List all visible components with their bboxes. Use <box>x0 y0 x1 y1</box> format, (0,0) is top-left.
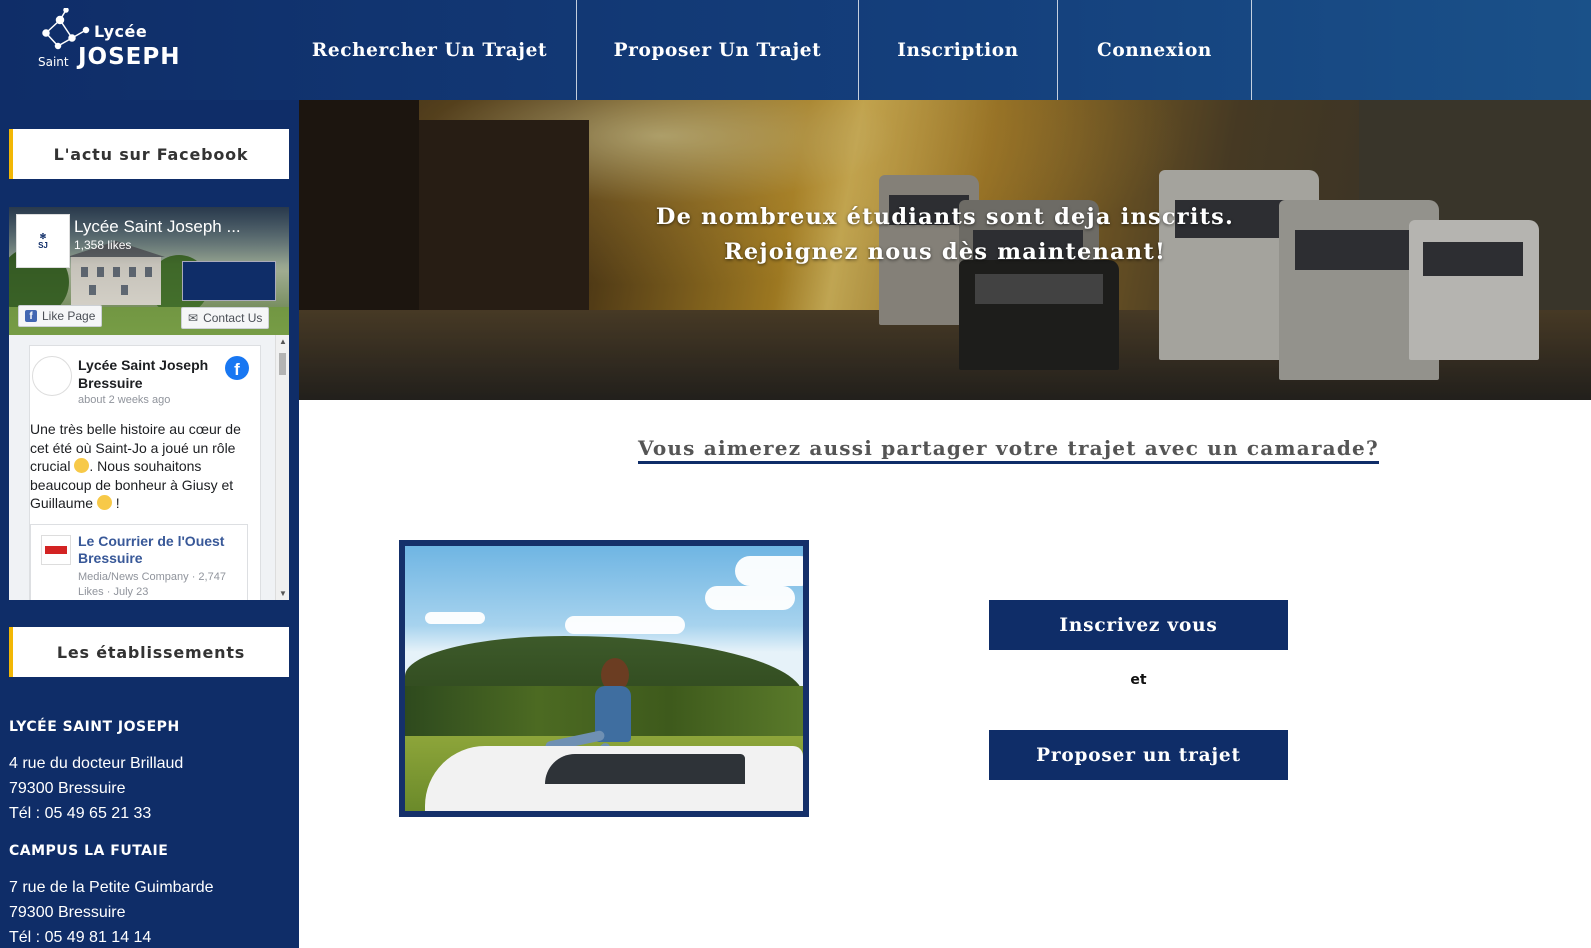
facebook-likes-count: 1,358 likes <box>74 238 132 252</box>
facebook-widget[interactable]: ✻ SJ Lycée Saint Joseph ... 1,358 likes f… <box>9 207 289 600</box>
facebook-heading: L'actu sur Facebook <box>9 129 289 179</box>
establishment-city: 79300 Bressuire <box>9 904 126 921</box>
nav-proposer-trajet[interactable]: Proposer Un Trajet <box>577 0 859 100</box>
facebook-cover: ✻ SJ Lycée Saint Joseph ... 1,358 likes f… <box>9 207 289 335</box>
establishment-name: LYCÉE SAINT JOSEPH <box>9 719 180 735</box>
facebook-page-name[interactable]: Lycée Saint Joseph ... <box>74 217 241 237</box>
carpool-photo <box>399 540 809 817</box>
envelope-icon: ✉ <box>188 311 199 325</box>
sidebar: L'actu sur Facebook ✻ SJ Lycée Saint Jose… <box>0 100 299 948</box>
shared-page-title[interactable]: Le Courrier de l'Ouest Bressuire <box>78 533 238 567</box>
scroll-down-icon[interactable]: ▼ <box>279 589 287 598</box>
hero-line-2: Rejoignez nous dès maintenant! <box>723 239 1167 265</box>
scroll-up-icon[interactable]: ▲ <box>279 337 287 346</box>
logo-text-lycee: Lycée <box>94 22 148 41</box>
propose-trip-button[interactable]: Proposer un trajet <box>989 730 1288 780</box>
contact-us-button[interactable]: ✉ Contact Us <box>181 307 270 329</box>
conjunction-text: et <box>1130 672 1147 688</box>
shared-page-card[interactable]: Le Courrier de l'Ouest Bressuire Media/N… <box>30 524 248 600</box>
site-header: Lycée Saint JOSEPH Rechercher Un Trajet … <box>0 0 1591 100</box>
nav-connexion[interactable]: Connexion <box>1058 0 1252 100</box>
establishment-phone: Tél : 05 49 65 21 33 <box>9 805 152 822</box>
logo-text-saint: Saint <box>38 55 69 69</box>
etablissements-heading: Les établissements <box>9 627 289 677</box>
like-page-label: Like Page <box>42 309 96 323</box>
establishment-name: CAMPUS LA FUTAIE <box>9 843 169 859</box>
register-button[interactable]: Inscrivez vous <box>989 600 1288 650</box>
contact-us-label: Contact Us <box>203 311 263 325</box>
facebook-icon: f <box>25 310 37 322</box>
wink-emoji-icon <box>74 458 90 473</box>
post-author-avatar[interactable] <box>32 356 72 396</box>
share-title: Vous aimerez aussi partager votre trajet… <box>638 436 1379 464</box>
cover-logo <box>182 261 276 301</box>
facebook-icon: f <box>225 356 249 380</box>
feed-scrollbar[interactable]: ▲ ▼ <box>275 335 289 600</box>
school-logo-icon: ✻ SJ <box>38 232 48 250</box>
post-author[interactable]: Lycée Saint Joseph Bressuire <box>78 356 218 392</box>
facebook-page-avatar[interactable]: ✻ SJ <box>16 214 70 268</box>
facebook-post[interactable]: Lycée Saint Joseph Bressuire about 2 wee… <box>29 345 261 600</box>
courrier-logo-icon <box>41 535 71 565</box>
establishment-street: 7 rue de la Petite Guimbarde <box>9 879 214 896</box>
shared-page-meta: Media/News Company · 2,747 Likes · July … <box>78 571 226 598</box>
hero-line-1: De nombreux étudiants sont deja inscrits… <box>655 204 1235 230</box>
site-logo[interactable]: Lycée Saint JOSEPH <box>36 8 180 78</box>
nav-inscription[interactable]: Inscription <box>859 0 1058 100</box>
heart-eyes-emoji-icon <box>96 495 112 510</box>
facebook-feed[interactable]: Lycée Saint Joseph Bressuire about 2 wee… <box>9 335 289 600</box>
logo-text-joseph: JOSEPH <box>78 44 181 70</box>
post-text: Une très belle histoire au cœur de cet é… <box>30 421 241 511</box>
establishment-city: 79300 Bressuire <box>9 780 126 797</box>
scroll-thumb[interactable] <box>279 353 286 375</box>
like-page-button[interactable]: f Like Page <box>18 305 103 327</box>
hero-banner: De nombreux étudiants sont deja inscrits… <box>299 100 1591 400</box>
nav-rechercher-trajet[interactable]: Rechercher Un Trajet <box>283 0 577 100</box>
establishment-street: 4 rue du docteur Brillaud <box>9 755 184 772</box>
main-nav: Rechercher Un Trajet Proposer Un Trajet … <box>283 0 1252 100</box>
post-time[interactable]: about 2 weeks ago <box>78 394 170 406</box>
establishment-phone: Tél : 05 49 81 14 14 <box>9 929 152 946</box>
hero-message: De nombreux étudiants sont deja inscrits… <box>299 200 1591 270</box>
